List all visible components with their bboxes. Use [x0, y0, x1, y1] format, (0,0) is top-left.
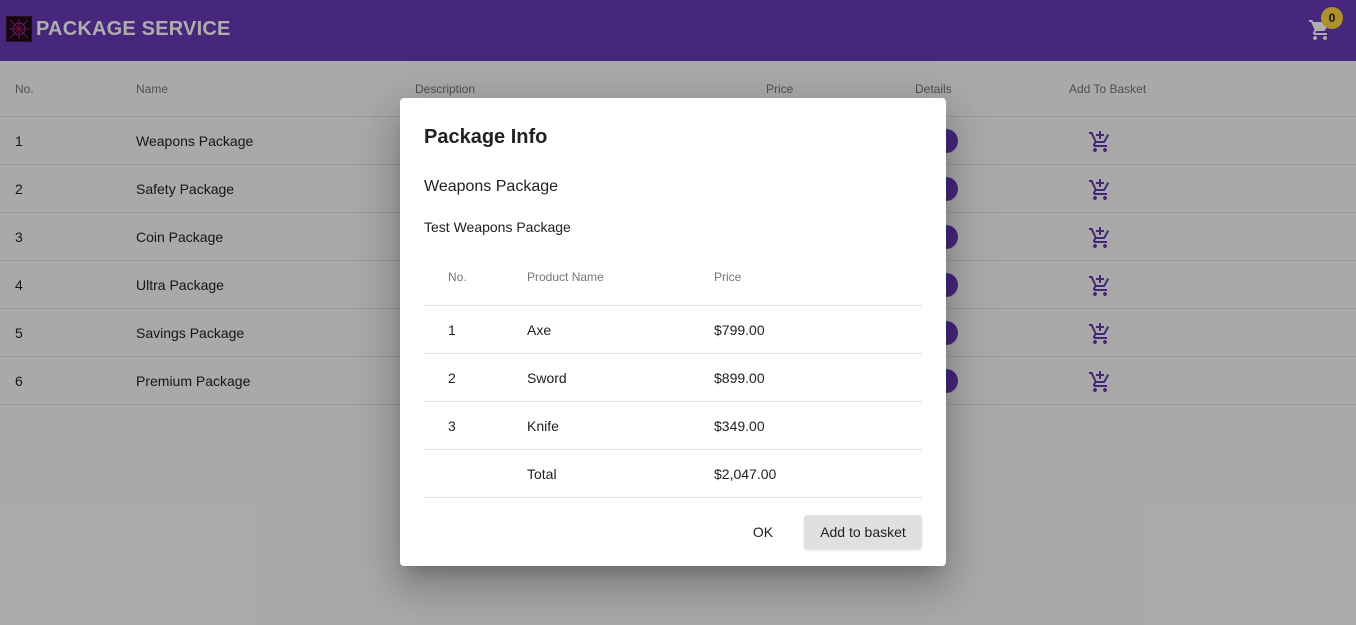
dialog-title: Package Info: [424, 126, 548, 148]
product-price: $799.00: [714, 322, 765, 338]
package-products-table: No. Product Name Price 1 Axe $799.00 2 S…: [424, 250, 922, 498]
total-label: Total: [527, 466, 557, 482]
product-number: 1: [448, 322, 456, 338]
column-header-product-name: Product Name: [527, 270, 604, 284]
table-row: 1 Axe $799.00: [424, 306, 922, 354]
table-header: No. Product Name Price: [424, 250, 922, 306]
total-row: Total $2,047.00: [424, 450, 922, 498]
product-name: Sword: [527, 370, 567, 386]
add-to-basket-dialog-button[interactable]: Add to basket: [804, 515, 922, 549]
product-price: $899.00: [714, 370, 765, 386]
dialog-package-name: Weapons Package: [424, 178, 559, 195]
package-info-dialog: Package Info Weapons Package Test Weapon…: [400, 98, 946, 566]
dialog-package-description: Test Weapons Package: [424, 219, 571, 235]
total-price: $2,047.00: [714, 466, 777, 482]
product-price: $349.00: [714, 418, 765, 434]
column-header-price: Price: [714, 270, 742, 284]
product-number: 2: [448, 370, 456, 386]
ok-button[interactable]: OK: [736, 515, 790, 549]
product-number: 3: [448, 418, 456, 434]
product-name: Knife: [527, 418, 559, 434]
column-header-no: No.: [448, 270, 467, 284]
table-row: 3 Knife $349.00: [424, 402, 922, 450]
product-name: Axe: [527, 322, 552, 338]
table-row: 2 Sword $899.00: [424, 354, 922, 402]
